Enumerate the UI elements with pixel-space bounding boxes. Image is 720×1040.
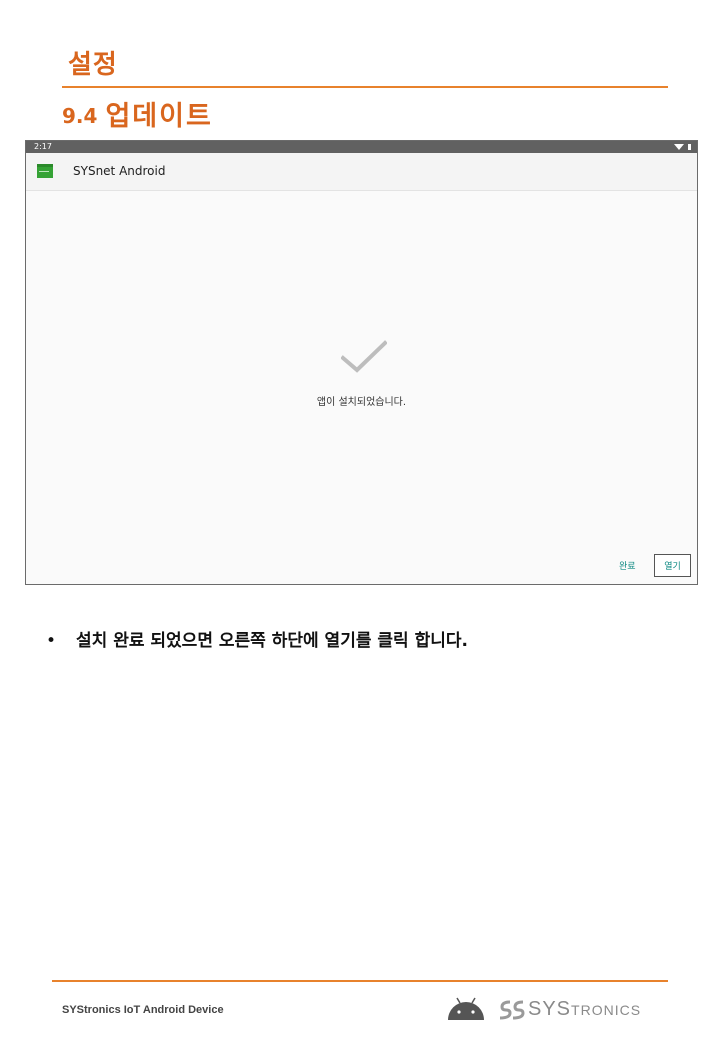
instruction-item: • 설치 완료 되었으면 오른쪽 하단에 열기를 클릭 합니다. — [46, 626, 468, 651]
status-bar: 2:17 — [26, 141, 697, 153]
footer-company: SYStronics IoT Android Device — [62, 1004, 224, 1016]
app-bar: SYSnet Android — [26, 153, 697, 191]
device-screenshot: 2:17 SYSnet Android 앱이 설치되었습니다. 완료 열기 — [25, 140, 698, 585]
bullet-icon: • — [46, 631, 57, 651]
battery-icon — [688, 144, 691, 150]
subsection-text: 업데이트 — [105, 101, 213, 132]
brand-wordmark: SYSTRONICS — [528, 998, 641, 1021]
brand-wordmark-large: SYS — [528, 998, 572, 1020]
status-time: 2:17 — [34, 142, 52, 151]
app-title: SYSnet Android — [73, 164, 166, 178]
open-button[interactable]: 열기 — [654, 554, 691, 577]
app-logo-icon — [37, 164, 53, 178]
instruction-text: 설치 완료 되었으면 오른쪽 하단에 열기를 클릭 합니다. — [76, 631, 468, 651]
brand-wordmark-small: TRONICS — [571, 1002, 642, 1018]
subsection-title: 9.4 업데이트 — [62, 94, 213, 133]
section-title: 설정 — [68, 50, 118, 80]
checkmark-icon — [341, 340, 387, 373]
header-rule — [62, 86, 668, 88]
android-icon — [448, 997, 484, 1020]
subsection-number: 9.4 — [62, 104, 98, 128]
wifi-icon — [674, 144, 684, 150]
done-button[interactable]: 완료 — [619, 559, 636, 572]
footer-rule — [52, 980, 668, 982]
status-icons — [674, 141, 691, 153]
install-complete-message: 앱이 설치되었습니다. — [316, 397, 407, 408]
systronics-logo-icon — [499, 1000, 525, 1020]
